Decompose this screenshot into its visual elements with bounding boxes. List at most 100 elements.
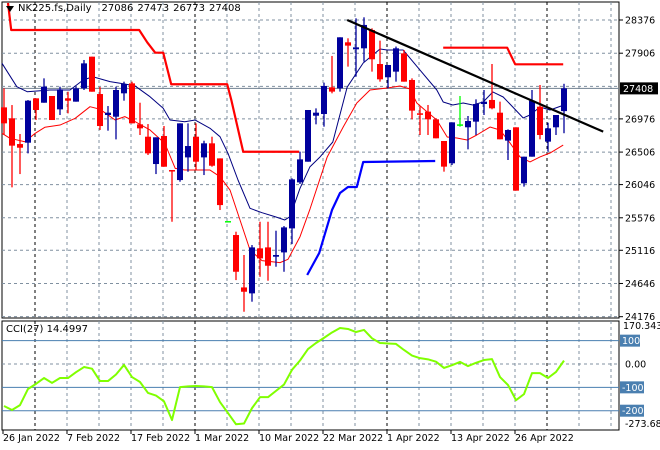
candle-body [153, 137, 159, 165]
dropdown-triangle-icon[interactable] [6, 5, 14, 12]
cci-max-label: 170.3435 [623, 321, 660, 332]
price-tick-label: 28376 [625, 16, 655, 27]
candle-body [281, 227, 287, 253]
cci-level-label: 100 [622, 336, 640, 347]
cci-level-label: -200 [622, 406, 644, 417]
candle-body [305, 109, 311, 162]
candle-body [345, 42, 351, 46]
candle-body [513, 127, 519, 191]
low-value: 26773 [173, 3, 205, 14]
open-value: 27086 [101, 3, 134, 14]
candle-body [337, 37, 343, 89]
high-value: 27473 [137, 3, 170, 14]
candle-body [233, 235, 239, 272]
candle-body [521, 156, 527, 184]
candle-body [129, 83, 135, 124]
date-label: 26 Apr 2022 [515, 433, 574, 444]
candle-body [297, 159, 303, 183]
candle-body [65, 98, 71, 101]
candle-body [425, 111, 431, 120]
candle-body [377, 64, 383, 80]
candle-body [441, 141, 447, 167]
candle-body [201, 143, 207, 158]
candle-body [49, 96, 55, 121]
candle-body [433, 119, 439, 139]
candle-body [401, 53, 407, 82]
candle-body [145, 136, 151, 154]
candle-body [25, 100, 31, 143]
candle-body [257, 248, 263, 259]
candle-body [449, 122, 455, 164]
candle-body [185, 146, 191, 158]
candle-body [105, 112, 111, 116]
cci-min-label: -273.680 [625, 419, 660, 430]
date-label: 17 Feb 2022 [131, 433, 190, 444]
candle-body [193, 136, 199, 162]
date-label: 1 Mar 2022 [195, 433, 249, 444]
date-label: 10 Mar 2022 [259, 433, 319, 444]
candle-body [457, 124, 463, 126]
cci-name: CCI(27) [6, 324, 44, 335]
date-label: 22 Mar 2022 [323, 433, 383, 444]
candle-body [225, 221, 231, 223]
cci-pane-frame [1, 320, 620, 431]
candle-body [97, 94, 103, 127]
candle-body [177, 123, 183, 181]
candle-body [121, 83, 127, 94]
candle-body [353, 47, 359, 50]
candle-body [289, 179, 295, 229]
candle-body [497, 112, 503, 140]
current-price-label: 27408 [623, 84, 653, 95]
candle-body [321, 85, 327, 115]
candle-body [417, 113, 423, 115]
candle-body [113, 90, 119, 117]
candle-body [81, 63, 87, 89]
cci-level-label: -100 [622, 383, 644, 394]
price-tick-label: 27906 [625, 49, 655, 60]
price-tick-label: 25576 [625, 213, 655, 224]
candle-body [89, 56, 95, 92]
price-tick-label: 26506 [625, 148, 655, 159]
candle-body [209, 143, 215, 166]
close-value: 27408 [208, 3, 241, 14]
candle-body [249, 247, 255, 294]
candle-body [529, 100, 535, 157]
cci-level-label: 0.00 [625, 360, 646, 371]
candle-body [73, 88, 79, 102]
candle-body [553, 115, 559, 128]
candle-body [41, 86, 47, 103]
candle-body [241, 287, 247, 292]
candle-body [57, 89, 63, 110]
candle-body [409, 79, 415, 111]
candle-body [385, 64, 391, 78]
price-tick-label: 26976 [625, 114, 655, 125]
candle-body [489, 99, 495, 109]
candle-body [273, 255, 279, 257]
candle-body [137, 124, 143, 129]
chart-canvas: 28376 27906 26976 26506 26046 25576 25116 24646… [1, 1, 660, 444]
cci-value: 14.4997 [46, 324, 88, 335]
candle-body [465, 121, 471, 128]
candle-body [537, 106, 543, 135]
candle-body [473, 103, 479, 122]
candle-body [1, 107, 7, 124]
date-label: 26 Jan 2022 [3, 433, 60, 444]
date-label: 13 Apr 2022 [451, 433, 510, 444]
candle-body [169, 170, 175, 172]
price-tick-label: 26046 [625, 180, 655, 191]
candle-body [369, 29, 375, 60]
candle-body [265, 247, 271, 266]
candle-body [217, 158, 223, 206]
candle-body [17, 144, 23, 148]
candle-body [9, 118, 15, 146]
candle-body [481, 101, 487, 104]
candle-body [561, 88, 567, 112]
date-label: 7 Feb 2022 [67, 433, 120, 444]
candle-body [329, 87, 335, 92]
candle-body [161, 135, 167, 167]
candle-body [33, 98, 39, 110]
chart-header: NK225.fs,Daily 27086 27473 26773 27408 [6, 3, 241, 14]
candle-body [393, 48, 399, 72]
candle-body [313, 112, 319, 116]
price-tick-label: 24646 [625, 279, 655, 290]
